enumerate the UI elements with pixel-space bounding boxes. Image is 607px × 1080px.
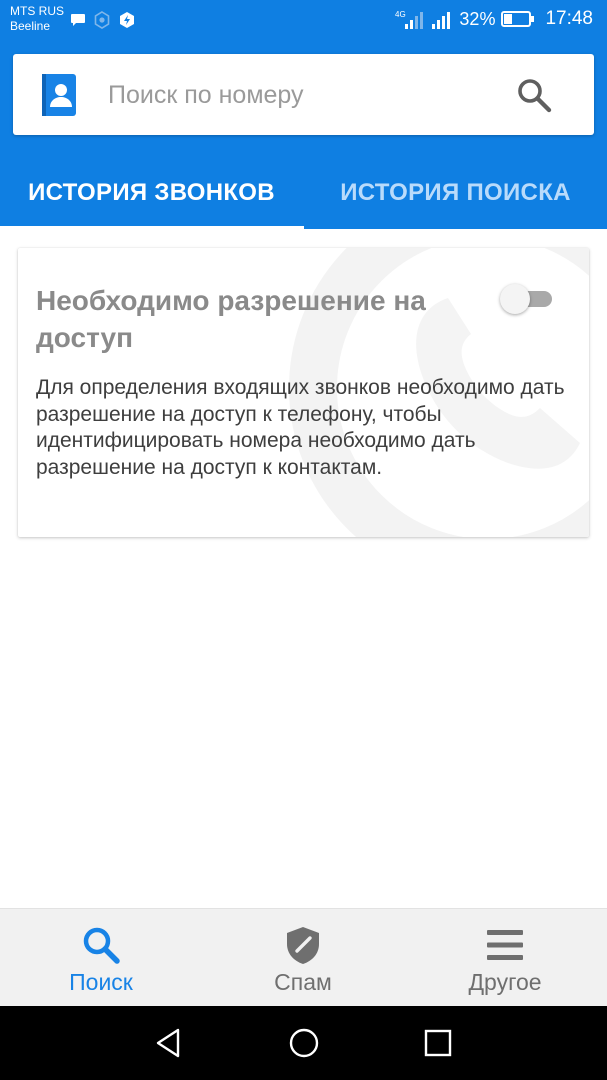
- hexagon-app-icon: [94, 11, 110, 29]
- permission-title: Необходимо разрешение на доступ: [36, 285, 426, 353]
- carrier-info: MTS RUS Beeline: [10, 4, 64, 34]
- message-icon: [71, 14, 85, 26]
- notification-icons: [70, 11, 136, 29]
- home-icon[interactable]: [287, 1026, 321, 1060]
- back-icon[interactable]: [152, 1026, 186, 1060]
- app-screen: MTS RUS Beeline 4G 32% 17:48 Поиск по но…: [0, 0, 607, 1080]
- carrier-primary: MTS RUS: [10, 4, 64, 18]
- permission-card: Необходимо разрешение на доступ Для опре…: [18, 248, 589, 537]
- bolt-app-icon: [120, 12, 134, 28]
- tab-search-history-label: ИСТОРИЯ ПОИСКА: [340, 179, 571, 206]
- system-navigation-bar: [0, 1006, 607, 1080]
- status-bar: MTS RUS Beeline 4G 32% 17:48: [0, 0, 607, 41]
- shield-icon: [287, 927, 319, 964]
- recent-apps-icon[interactable]: [421, 1026, 455, 1060]
- svg-text:4G: 4G: [395, 10, 406, 19]
- tab-search-history[interactable]: ИСТОРИЯ ПОИСКА: [304, 157, 607, 229]
- network-4g-signal-icon: 4G: [395, 10, 424, 29]
- nav-label-search: Поиск: [69, 969, 133, 995]
- nav-item-spam[interactable]: Спам: [202, 909, 404, 1007]
- permission-description: Для определения входящих звонков необход…: [36, 376, 565, 479]
- search-icon[interactable]: [516, 77, 552, 113]
- tab-call-history-label: ИСТОРИЯ ЗВОНКОВ: [28, 179, 275, 206]
- clock: 17:48: [545, 8, 593, 29]
- search-input[interactable]: [108, 74, 488, 116]
- nav-item-other[interactable]: Другое: [404, 909, 606, 1007]
- active-tab-indicator: [0, 226, 304, 229]
- tab-call-history[interactable]: ИСТОРИЯ ЗВОНКОВ: [0, 157, 303, 229]
- signal-strength-icon: [432, 12, 451, 29]
- nav-item-search[interactable]: Поиск: [0, 909, 202, 1007]
- search-icon: [83, 927, 120, 964]
- menu-icon: [487, 930, 523, 960]
- nav-label-spam: Спам: [274, 969, 332, 995]
- nav-label-other: Другое: [468, 969, 542, 995]
- battery-icon: [501, 11, 535, 27]
- permission-toggle[interactable]: [500, 284, 554, 314]
- search-bar: [13, 54, 594, 135]
- battery-percent: 32%: [459, 8, 496, 29]
- history-tabs: ИСТОРИЯ ЗВОНКОВ ИСТОРИЯ ПОИСКА: [0, 157, 607, 229]
- status-indicators: 4G 32% 17:48: [395, 8, 593, 30]
- app-header: ИСТОРИЯ ЗВОНКОВ ИСТОРИЯ ПОИСКА: [0, 41, 607, 229]
- bottom-navigation: Поиск Спам Другое: [0, 908, 607, 1006]
- toggle-thumb: [500, 284, 530, 314]
- carrier-secondary: Beeline: [10, 19, 51, 33]
- contact-book-icon[interactable]: [42, 74, 76, 116]
